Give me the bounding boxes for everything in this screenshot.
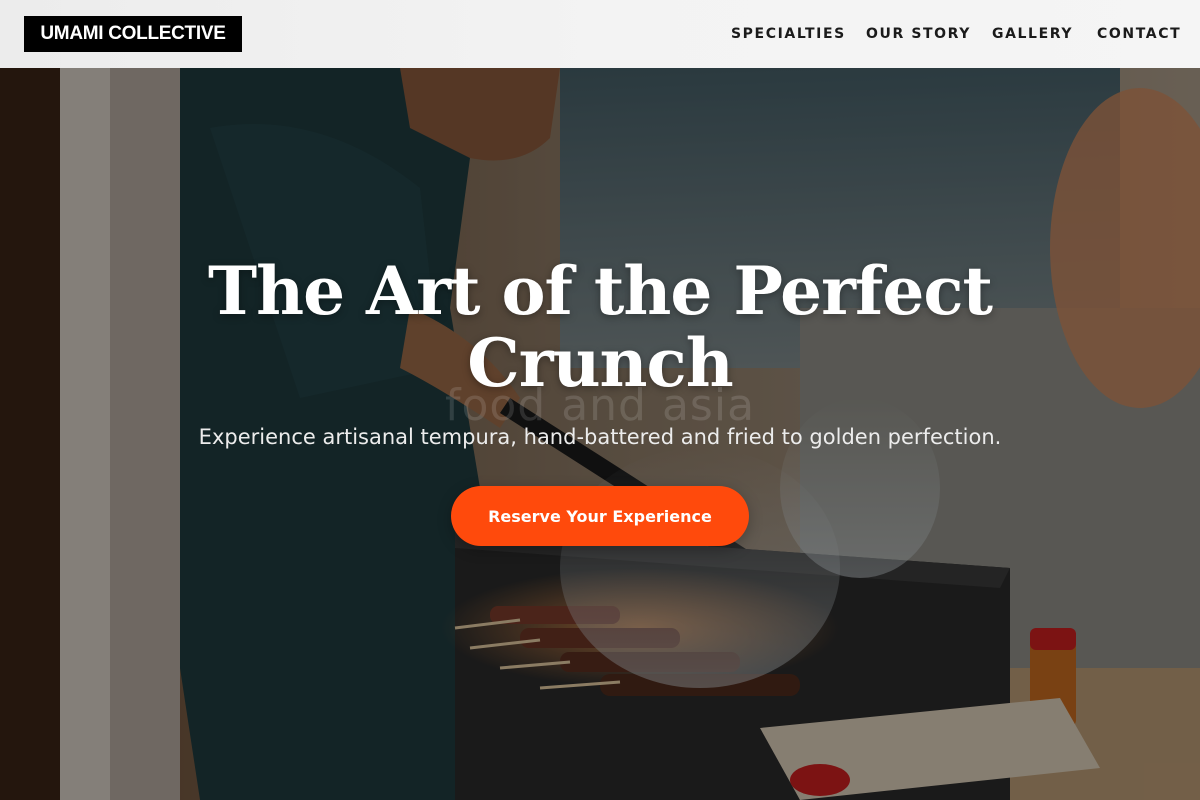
nav-link-specialties[interactable]: SPECIALTIES bbox=[731, 25, 846, 43]
nav-link-contact[interactable]: CONTACT bbox=[1097, 25, 1181, 43]
nav-link-gallery[interactable]: GALLERY bbox=[992, 25, 1073, 43]
nav-link-our-story[interactable]: OUR STORY bbox=[866, 25, 971, 43]
site-header: UMAMI COLLECTIVE SPECIALTIES OUR STORY G… bbox=[0, 0, 1200, 68]
hero-title: The Art of the Perfect Crunch bbox=[207, 252, 993, 402]
site-logo[interactable]: UMAMI COLLECTIVE bbox=[24, 16, 242, 52]
reserve-button[interactable]: Reserve Your Experience bbox=[451, 486, 749, 546]
hero-subtitle: Experience artisanal tempura, hand-batte… bbox=[198, 425, 1002, 449]
hero-section: The Art of the Perfect Crunch food and a… bbox=[0, 68, 1200, 800]
